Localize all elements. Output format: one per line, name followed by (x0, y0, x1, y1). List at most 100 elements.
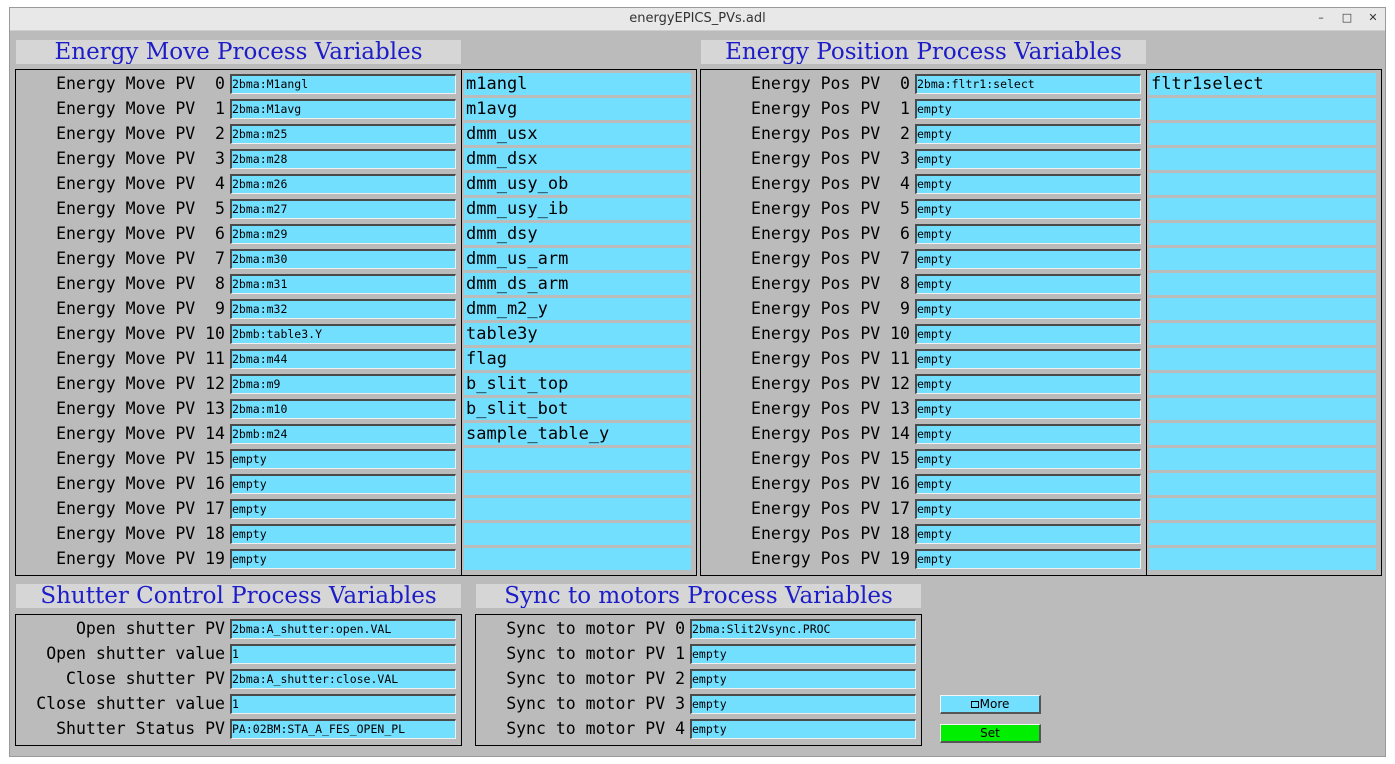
pos-description-field[interactable] (1149, 123, 1376, 145)
sync-pv-field[interactable]: empty (690, 644, 916, 664)
move-pv-field[interactable]: 2bma:M1avg (230, 99, 456, 119)
move-pv-field[interactable]: empty (230, 449, 456, 469)
pos-pv-field[interactable]: empty (915, 299, 1141, 319)
pos-row-label: Energy Pos PV 12 (751, 374, 910, 393)
pos-pv-field[interactable]: empty (915, 374, 1141, 394)
move-description-field[interactable] (464, 473, 691, 495)
move-pv-field[interactable]: 2bma:m26 (230, 174, 456, 194)
move-pv-field[interactable]: 2bmb:m24 (230, 424, 456, 444)
pos-pv-field[interactable]: empty (915, 224, 1141, 244)
shutter-pv-field[interactable]: 1 (230, 644, 456, 664)
move-description-field[interactable]: b_slit_bot (464, 398, 691, 420)
move-pv-field[interactable]: empty (230, 474, 456, 494)
pos-description-field[interactable] (1149, 398, 1376, 420)
shutter-row-label: Close shutter value (36, 694, 225, 713)
pos-description-field[interactable]: fltr1select (1149, 73, 1376, 95)
pos-section-title: Energy Position Process Variables (701, 40, 1146, 64)
pos-pv-field[interactable]: empty (915, 124, 1141, 144)
move-description-field[interactable] (464, 498, 691, 520)
pos-description-field[interactable] (1149, 548, 1376, 570)
move-pv-field[interactable]: 2bma:m30 (230, 249, 456, 269)
move-description-field[interactable]: b_slit_top (464, 373, 691, 395)
move-description-field[interactable]: dmm_dsx (464, 148, 691, 170)
pos-pv-field[interactable]: empty (915, 324, 1141, 344)
move-description-field[interactable] (464, 448, 691, 470)
move-description-field[interactable]: dmm_us_arm (464, 248, 691, 270)
move-description-field[interactable]: m1angl (464, 73, 691, 95)
pos-description-field[interactable] (1149, 348, 1376, 370)
move-pv-field[interactable]: 2bma:m10 (230, 399, 456, 419)
pos-pv-field[interactable]: empty (915, 499, 1141, 519)
move-pv-field[interactable]: 2bma:m27 (230, 199, 456, 219)
sync-pv-field[interactable]: empty (690, 719, 916, 739)
pos-pv-field[interactable]: empty (915, 249, 1141, 269)
pos-description-field[interactable] (1149, 173, 1376, 195)
pos-description-field[interactable] (1149, 298, 1376, 320)
move-description-field[interactable]: table3y (464, 323, 691, 345)
pos-description-field[interactable] (1149, 423, 1376, 445)
pos-pv-field[interactable]: empty (915, 149, 1141, 169)
move-description-field[interactable]: flag (464, 348, 691, 370)
move-pv-field[interactable]: 2bma:m32 (230, 299, 456, 319)
move-description-field[interactable]: dmm_usy_ib (464, 198, 691, 220)
pos-pv-field[interactable]: empty (915, 274, 1141, 294)
pos-description-field[interactable] (1149, 473, 1376, 495)
pos-pv-field[interactable]: 2bma:fltr1:select (915, 74, 1141, 94)
pos-description-field[interactable] (1149, 498, 1376, 520)
move-description-field[interactable]: dmm_usy_ob (464, 173, 691, 195)
move-description-field[interactable]: m1avg (464, 98, 691, 120)
move-pv-field[interactable]: 2bma:m44 (230, 349, 456, 369)
pos-description-field[interactable] (1149, 223, 1376, 245)
pos-pv-field[interactable]: empty (915, 424, 1141, 444)
sync-pv-field[interactable]: empty (690, 694, 916, 714)
move-description-field[interactable]: dmm_m2_y (464, 298, 691, 320)
move-pv-field[interactable]: 2bma:m28 (230, 149, 456, 169)
pos-pv-field[interactable]: empty (915, 524, 1141, 544)
move-row-label: Energy Move PV 15 (56, 449, 225, 468)
sync-pv-field[interactable]: 2bma:Slit2Vsync.PROC (690, 619, 916, 639)
move-description-field[interactable]: dmm_usx (464, 123, 691, 145)
pos-description-field[interactable] (1149, 448, 1376, 470)
pos-description-field[interactable] (1149, 373, 1376, 395)
pos-pv-field[interactable]: empty (915, 99, 1141, 119)
pos-description-field[interactable] (1149, 523, 1376, 545)
shutter-pv-field[interactable]: PA:02BM:STA_A_FES_OPEN_PL (230, 719, 456, 739)
set-button[interactable]: Set (940, 724, 1041, 743)
pos-pv-field[interactable]: empty (915, 174, 1141, 194)
shutter-pv-field[interactable]: 2bma:A_shutter:close.VAL (230, 669, 456, 689)
pos-pv-field[interactable]: empty (915, 349, 1141, 369)
move-pv-field[interactable]: empty (230, 549, 456, 569)
move-description-field[interactable] (464, 523, 691, 545)
pos-row-label: Energy Pos PV 11 (751, 349, 910, 368)
move-pv-field[interactable]: empty (230, 524, 456, 544)
pos-pv-field[interactable]: empty (915, 549, 1141, 569)
move-description-field[interactable]: dmm_ds_arm (464, 273, 691, 295)
more-button[interactable]: More (940, 695, 1041, 714)
move-description-field[interactable]: sample_table_y (464, 423, 691, 445)
move-pv-field[interactable]: 2bma:m29 (230, 224, 456, 244)
pos-description-field[interactable] (1149, 148, 1376, 170)
sync-pv-field[interactable]: empty (690, 669, 916, 689)
shutter-pv-field[interactable]: 2bma:A_shutter:open.VAL (230, 619, 456, 639)
move-pv-field[interactable]: 2bma:m31 (230, 274, 456, 294)
pos-pv-field[interactable]: empty (915, 399, 1141, 419)
move-description-field[interactable] (464, 548, 691, 570)
move-description-field[interactable]: dmm_dsy (464, 223, 691, 245)
pos-description-field[interactable] (1149, 198, 1376, 220)
close-button[interactable]: ✕ (1365, 10, 1381, 26)
pos-description-field[interactable] (1149, 98, 1376, 120)
move-pv-field[interactable]: 2bma:m25 (230, 124, 456, 144)
move-pv-field[interactable]: 2bmb:table3.Y (230, 324, 456, 344)
move-pv-field[interactable]: 2bma:M1angl (230, 74, 456, 94)
pos-pv-field[interactable]: empty (915, 199, 1141, 219)
move-pv-field[interactable]: 2bma:m9 (230, 374, 456, 394)
pos-pv-field[interactable]: empty (915, 449, 1141, 469)
maximize-button[interactable]: □ (1339, 10, 1355, 26)
pos-pv-field[interactable]: empty (915, 474, 1141, 494)
move-pv-field[interactable]: empty (230, 499, 456, 519)
pos-description-field[interactable] (1149, 273, 1376, 295)
minimize-button[interactable]: – (1313, 10, 1329, 26)
shutter-pv-field[interactable]: 1 (230, 694, 456, 714)
pos-description-field[interactable] (1149, 248, 1376, 270)
pos-description-field[interactable] (1149, 323, 1376, 345)
